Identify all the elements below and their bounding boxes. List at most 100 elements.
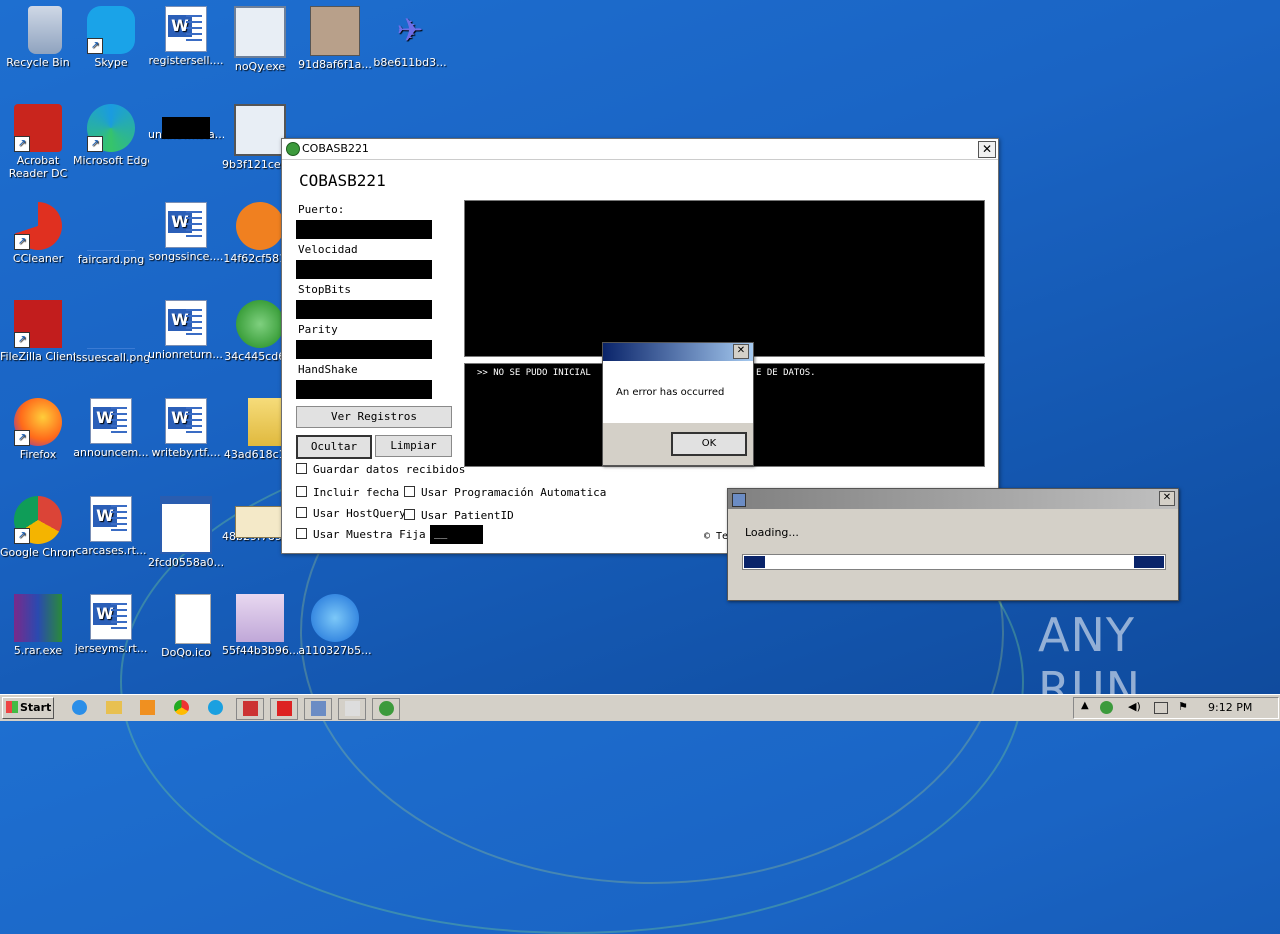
stopbits-input[interactable] — [296, 300, 432, 319]
mail-icon — [235, 506, 285, 538]
puerto-input[interactable] — [296, 220, 432, 239]
desktop-icon-label: faircard.png — [77, 253, 145, 266]
desktop-icon[interactable]: faircard.png — [73, 202, 149, 266]
clock[interactable]: 9:12 PM — [1208, 701, 1252, 714]
hostquery-checkbox[interactable]: Usar HostQuery — [296, 507, 406, 520]
desktop-icon[interactable]: a110327b5... — [297, 594, 373, 657]
muestra-checkbox[interactable]: Usar Muestra Fija — [296, 528, 426, 541]
field-label-parity: Parity — [298, 323, 338, 336]
ocultar-button[interactable]: Ocultar — [296, 435, 372, 459]
ie-taskbar-icon[interactable] — [66, 698, 92, 718]
desktop-icon[interactable]: issuescall.png — [73, 300, 149, 364]
desktop-icon[interactable]: ↗ FileZilla Client — [0, 300, 76, 363]
recycle-bin-icon — [28, 6, 62, 54]
desktop-icon[interactable]: 55f44b3b96... — [222, 594, 298, 657]
desktop-icon[interactable]: ↗ CCleaner — [0, 202, 76, 265]
checkbox-box[interactable] — [404, 486, 415, 497]
desktop-icon[interactable]: carcases.rt... — [73, 496, 149, 557]
word-doc-icon — [90, 496, 132, 542]
error-close-button[interactable]: ✕ — [733, 344, 749, 359]
desktop-icon[interactable]: writeby.rtf.... — [148, 398, 224, 459]
desktop-icon[interactable]: ↗ Acrobat Reader DC — [0, 104, 76, 180]
edge-taskbar-icon[interactable] — [202, 698, 228, 718]
patientid-checkbox[interactable]: Usar PatientID — [404, 509, 514, 522]
shortcut-arrow-icon: ↗ — [14, 234, 30, 250]
app3-taskbar-icon[interactable] — [304, 698, 332, 720]
ok-button[interactable]: OK — [671, 432, 747, 456]
fecha-checkbox[interactable]: Incluir fecha — [296, 486, 399, 499]
checkbox-box[interactable] — [296, 486, 307, 497]
desktop-icon-label: noQy.exe — [234, 60, 286, 73]
muestra-label: Usar Muestra Fija — [313, 528, 426, 541]
checkbox-box[interactable] — [296, 463, 307, 474]
window-icon — [160, 496, 212, 554]
desktop-icon-label: songssince.... — [148, 250, 224, 263]
desktop-icon[interactable]: ↗ Microsoft Edge — [73, 104, 149, 167]
network-icon[interactable] — [1154, 702, 1168, 714]
png-icon — [87, 300, 135, 349]
desktop-icon[interactable]: unknownsta... — [148, 104, 224, 141]
desktop-icon[interactable]: DoQo.ico — [148, 594, 224, 659]
desktop-icon[interactable]: 5.rar.exe — [0, 594, 76, 657]
blank-icon — [162, 117, 210, 139]
muestra-input[interactable]: __ — [430, 525, 483, 544]
desktop-icon[interactable]: ✈ b8e611bd3... — [372, 6, 448, 69]
loading-close-button[interactable]: ✕ — [1159, 491, 1175, 506]
filezilla-icon: ↗ — [14, 300, 62, 348]
desktop-icon[interactable]: jerseyms.rt... — [73, 594, 149, 655]
desktop-icon-label: DoQo.ico — [161, 646, 211, 659]
desktop-icon-label: announcem... — [73, 446, 149, 459]
handshake-input[interactable] — [296, 380, 432, 399]
volume-icon[interactable]: ◀) — [1128, 700, 1141, 713]
loading-dialog[interactable]: ✕ Loading... — [727, 488, 1179, 601]
desktop-icon[interactable]: unionreturn.... — [148, 300, 224, 361]
desktop-icon[interactable]: announcem... — [73, 398, 149, 459]
desktop-icon[interactable]: ↗ Firefox — [0, 398, 76, 461]
footer-copyright: © Te — [704, 531, 729, 542]
error-titlebar[interactable]: ✕ — [603, 343, 753, 361]
shortcut-arrow-icon: ↗ — [87, 38, 103, 54]
media-taskbar-icon[interactable] — [134, 698, 160, 718]
programacion-checkbox[interactable]: Usar Programación Automatica — [404, 486, 606, 499]
shortcut-arrow-icon: ↗ — [14, 136, 30, 152]
app4-taskbar-icon[interactable] — [338, 698, 366, 720]
flag-icon[interactable]: ⚑ — [1178, 700, 1188, 713]
cobas-taskbar-icon[interactable] — [372, 698, 400, 720]
velocidad-input[interactable] — [296, 260, 432, 279]
checkbox-box[interactable] — [296, 528, 307, 539]
limpiar-button[interactable]: Limpiar — [375, 435, 452, 457]
start-button[interactable]: Start — [2, 697, 54, 719]
word-doc-icon — [90, 594, 132, 640]
info-icon — [234, 104, 286, 156]
app-icon — [310, 6, 360, 56]
app-heading: COBASB221 — [299, 171, 386, 190]
close-button[interactable]: ✕ — [978, 141, 996, 158]
checkbox-box[interactable] — [404, 509, 415, 520]
error-dialog[interactable]: ✕ An error has occurred OK — [602, 342, 754, 466]
window-titlebar[interactable]: COBASB221 ✕ — [282, 139, 998, 160]
shortcut-arrow-icon: ↗ — [14, 332, 30, 348]
guardar-checkbox[interactable]: Guardar datos recibidos — [296, 463, 465, 476]
ver-registros-button[interactable]: Ver Registros — [296, 406, 452, 428]
loading-titlebar[interactable]: ✕ — [728, 489, 1178, 509]
tray-expand-icon[interactable]: ▲ — [1081, 700, 1089, 711]
checkbox-box[interactable] — [296, 507, 307, 518]
desktop-icon-label: 5.rar.exe — [13, 644, 63, 657]
chrome-taskbar-icon[interactable] — [168, 698, 194, 718]
field-label-stopbits: StopBits — [298, 283, 351, 296]
desktop-icon[interactable]: 91d8af6f1a... — [297, 6, 373, 71]
desktop-icon[interactable]: songssince.... — [148, 202, 224, 263]
file-icon — [175, 594, 211, 644]
desktop-icon[interactable]: Recycle Bin — [0, 6, 76, 69]
app1-taskbar-icon[interactable] — [236, 698, 264, 720]
app2-taskbar-icon[interactable] — [270, 698, 298, 720]
tray-cobas-icon[interactable] — [1100, 701, 1113, 714]
desktop-icon[interactable]: 2fcd0558a0... — [148, 496, 224, 569]
edge-icon: ↗ — [87, 104, 135, 152]
parity-input[interactable] — [296, 340, 432, 359]
desktop-icon[interactable]: noQy.exe — [222, 6, 298, 73]
desktop-icon[interactable]: registersell.... — [148, 6, 224, 67]
desktop-icon[interactable]: ↗ Google Chrome — [0, 496, 76, 559]
explorer-taskbar-icon[interactable] — [101, 698, 127, 718]
desktop-icon[interactable]: ↗ Skype — [73, 6, 149, 69]
